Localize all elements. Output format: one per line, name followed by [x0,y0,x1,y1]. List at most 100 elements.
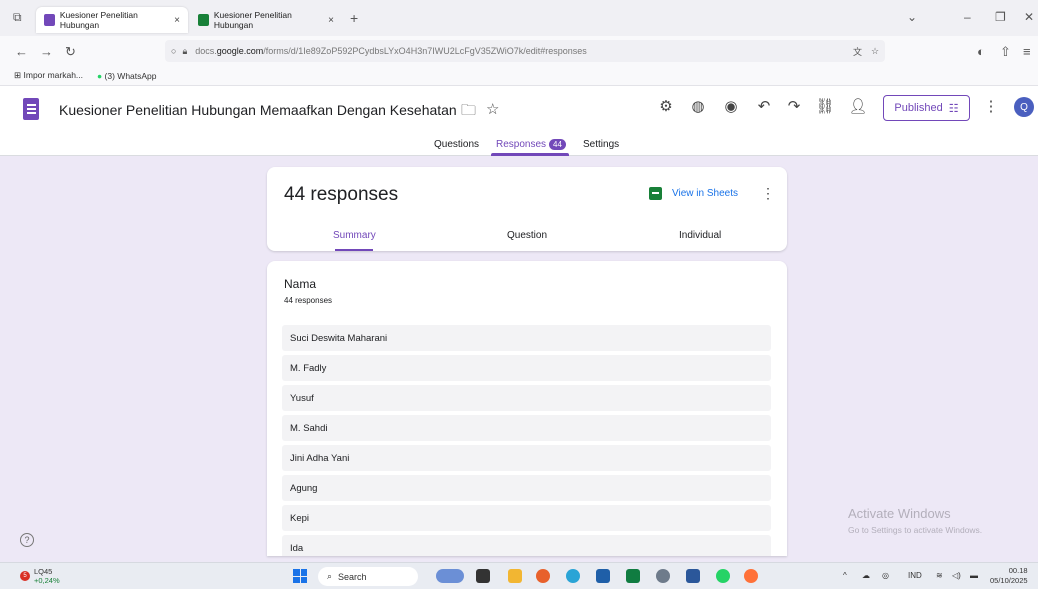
redo-icon[interactable]: ↷ [784,97,804,115]
palette-icon[interactable]: ◍ [688,97,708,115]
restore-icon[interactable]: ❐ [995,10,1006,24]
tab-responses-label: Responses [496,139,547,150]
tab-list-icon[interactable]: ⧉ [13,10,22,25]
drive-sync-icon[interactable]: ☁ [862,571,870,580]
url-path: /forms/d/1Ie89ZoP592PCydbsLYxO4H3n7IWU2L… [263,46,587,56]
question-response-count: 44 responses [284,296,333,305]
navigation-bar: ← → ↻ ○ 🔒︎ docs. google.com /forms/d/1Ie… [0,36,1038,66]
windows-start-icon[interactable] [293,569,307,583]
chevron-down-icon[interactable]: ⌄ [907,10,917,24]
subtab-summary[interactable]: Summary [333,230,376,241]
stock-change: +0,24% [34,576,60,585]
more-vert-icon[interactable]: ⋮ [761,185,775,202]
activate-windows-watermark: Activate Windows Go to Settings to activ… [848,506,982,535]
sheets-favicon-icon [198,14,209,26]
list-item: Kepi [282,505,771,531]
question-summary-card: Nama 44 responses Suci Deswita Maharani … [267,261,787,556]
view-in-sheets-button[interactable]: View in Sheets [649,187,738,200]
outlook-icon[interactable] [596,569,610,583]
excel-icon[interactable] [626,569,640,583]
subtab-question[interactable]: Question [507,230,547,241]
new-tab-button[interactable]: + [350,10,358,26]
import-icon: ⊞ [14,70,22,80]
close-tab-icon[interactable]: × [328,15,334,26]
help-icon[interactable]: ? [20,533,34,547]
edge-browser-icon[interactable] [566,569,580,583]
file-explorer-icon[interactable] [508,569,522,583]
sheets-icon [649,187,662,200]
volume-icon[interactable]: ◁) [952,571,961,580]
bookmark-whatsapp[interactable]: ● (3) WhatsApp [97,71,156,81]
close-window-icon[interactable]: ✕ [1024,10,1034,24]
addon-icon[interactable]: ⚙ [656,97,676,115]
form-title[interactable]: Kuesioner Penelitian Hubungan Memaafkan … [59,102,459,118]
answer-list: Suci Deswita Maharani M. Fadly Yusuf M. … [282,325,771,556]
list-item: M. Fadly [282,355,771,381]
form-tabs: Questions Responses 44 Settings [0,136,1038,156]
notification-badge: 5 [20,571,30,581]
translate-icon[interactable]: 文 [853,45,862,58]
whatsapp-icon[interactable] [716,569,730,583]
star-icon[interactable]: ☆ [871,46,879,57]
task-view-icon[interactable] [476,569,490,583]
firefox-icon[interactable] [744,569,758,583]
bookmarks-bar: ⊞ Impor markah... ● (3) WhatsApp [0,66,1038,86]
search-label: Search [338,571,367,582]
tab-questions[interactable]: Questions [434,139,479,150]
minimize-icon[interactable]: – [964,10,971,24]
url-domain: google.com [216,46,264,56]
store-app-icon[interactable] [536,569,550,583]
reload-icon[interactable]: ↻ [65,44,76,60]
forms-favicon-icon [44,14,55,26]
url-bar[interactable]: ○ 🔒︎ docs. google.com /forms/d/1Ie89ZoP5… [165,40,885,62]
language-indicator[interactable]: IND [908,571,922,580]
pocket-icon[interactable]: ◐ [977,44,985,59]
published-button[interactable]: Published ☷ [883,95,970,121]
list-item: Ida [282,535,771,556]
star-icon[interactable]: ☆ [486,100,499,118]
chevron-up-icon[interactable]: ^ [843,571,847,580]
list-item: Yusuf [282,385,771,411]
browser-tab-sheets[interactable]: Kuesioner Penelitian Hubungan × [190,7,342,33]
question-title: Nama [284,277,317,291]
shield-icon: ○ [171,46,177,56]
responses-count-badge: 44 [549,139,566,150]
word-icon[interactable] [686,569,700,583]
widgets-app-icon[interactable] [436,569,464,583]
active-tab-indicator [491,153,569,156]
responses-summary-card: 44 responses View in Sheets ⋮ Summary Qu… [267,167,787,251]
forward-icon[interactable]: → [40,44,53,59]
watermark-subtitle: Go to Settings to activate Windows. [848,525,983,535]
back-icon[interactable]: ← [15,44,28,59]
tab-responses[interactable]: Responses 44 [496,139,566,150]
close-tab-icon[interactable]: × [174,15,180,26]
taskbar-search[interactable]: ⌕ Search [318,567,418,586]
search-icon: ⌕ [327,571,333,581]
avatar[interactable]: Q [1014,97,1034,117]
subtab-individual[interactable]: Individual [679,230,721,241]
preview-eye-icon[interactable]: ◉ [721,97,741,115]
settings-gear-icon[interactable] [656,569,670,583]
vpn-icon[interactable]: ◎ [882,571,889,580]
more-vert-icon[interactable]: ⋮ [981,97,1001,115]
battery-icon[interactable]: ▬ [970,571,978,580]
undo-icon[interactable]: ↶ [754,97,774,115]
tab-settings[interactable]: Settings [583,139,619,150]
taskbar-clock[interactable]: 00.18 05/10/2025 [990,566,1028,586]
forms-logo-icon[interactable] [23,98,39,120]
menu-icon[interactable]: ≡ [1023,44,1031,59]
whatsapp-icon: ● [97,70,103,81]
url-prefix: docs. [195,46,217,56]
published-label: Published [894,102,943,114]
responses-heading: 44 responses [284,184,399,205]
bookmark-import[interactable]: ⊞ Impor markah... [14,70,83,81]
stock-widget[interactable]: 5 LQ45 +0,24% [20,567,60,585]
extensions-icon[interactable]: ⇧ [1000,44,1011,60]
folder-icon[interactable]: 🗀 [461,100,476,125]
wifi-icon[interactable]: ≋ [936,571,943,580]
add-collaborator-icon[interactable]: 👤︎ [848,97,868,115]
lock-icon: 🔒︎ [182,45,188,56]
browser-tab-forms[interactable]: Kuesioner Penelitian Hubungan × [36,7,188,33]
link-icon[interactable]: ⛓ [815,97,835,115]
list-item: Jini Adha Yani [282,445,771,471]
